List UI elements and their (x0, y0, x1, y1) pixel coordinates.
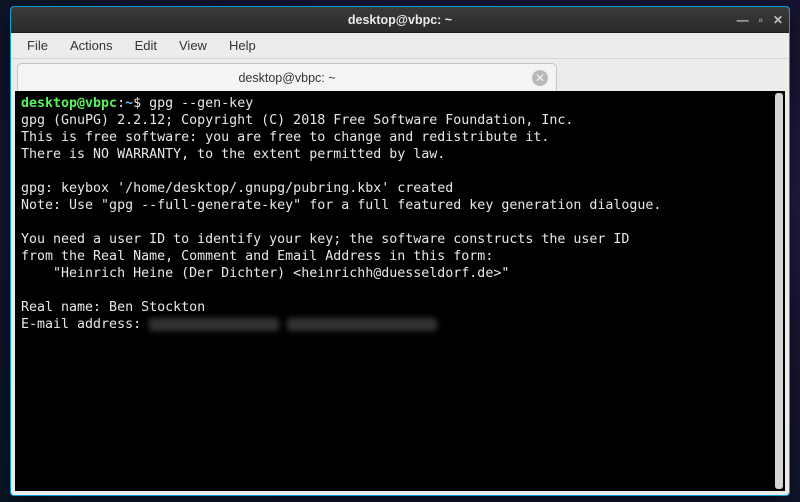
minimize-button[interactable]: — (737, 13, 749, 27)
out-line-realname: Real name: Ben Stockton (21, 300, 205, 315)
out-line: You need a user ID to identify your key;… (21, 232, 629, 247)
out-line: "Heinrich Heine (Der Dichter) <heinrichh… (21, 266, 509, 281)
scrollbar[interactable] (775, 93, 783, 489)
menubar: File Actions Edit View Help (11, 33, 789, 59)
tab-active[interactable]: desktop@vbpc: ~ ✕ (17, 63, 557, 91)
window-controls: — ▫ ✕ (737, 7, 783, 33)
out-line: gpg (GnuPG) 2.2.12; Copyright (C) 2018 F… (21, 113, 573, 128)
prompt-dollar: $ (133, 96, 141, 111)
redacted-email-domain (287, 318, 437, 331)
out-line: Note: Use "gpg --full-generate-key" for … (21, 198, 661, 213)
menu-view[interactable]: View (169, 35, 217, 56)
out-line: from the Real Name, Comment and Email Ad… (21, 249, 493, 264)
tab-label: desktop@vbpc: ~ (238, 71, 335, 85)
prompt-user: desktop@vbpc (21, 96, 117, 111)
command-text: gpg --gen-key (141, 96, 253, 111)
tabbar: desktop@vbpc: ~ ✕ (11, 59, 789, 91)
titlebar: desktop@vbpc: ~ — ▫ ✕ (11, 7, 789, 33)
out-line: There is NO WARRANTY, to the extent perm… (21, 147, 445, 162)
maximize-button[interactable]: ▫ (759, 13, 763, 27)
close-button[interactable]: ✕ (773, 13, 783, 27)
out-line-email-prefix: E-mail address: (21, 317, 149, 332)
terminal-window: desktop@vbpc: ~ — ▫ ✕ File Actions Edit … (10, 6, 790, 496)
redacted-email-local (149, 318, 279, 331)
menu-actions[interactable]: Actions (60, 35, 123, 56)
prompt-sep: : (117, 96, 125, 111)
out-line: gpg: keybox '/home/desktop/.gnupg/pubrin… (21, 181, 453, 196)
terminal-viewport[interactable]: desktop@vbpc:~$ gpg --gen-key gpg (GnuPG… (15, 91, 785, 491)
prompt-path: ~ (125, 96, 133, 111)
menu-help[interactable]: Help (219, 35, 266, 56)
out-line: This is free software: you are free to c… (21, 130, 549, 145)
menu-file[interactable]: File (17, 35, 58, 56)
window-title: desktop@vbpc: ~ (348, 13, 452, 27)
terminal-output: desktop@vbpc:~$ gpg --gen-key gpg (GnuPG… (15, 91, 785, 337)
menu-edit[interactable]: Edit (125, 35, 167, 56)
tab-close-icon[interactable]: ✕ (532, 70, 548, 86)
